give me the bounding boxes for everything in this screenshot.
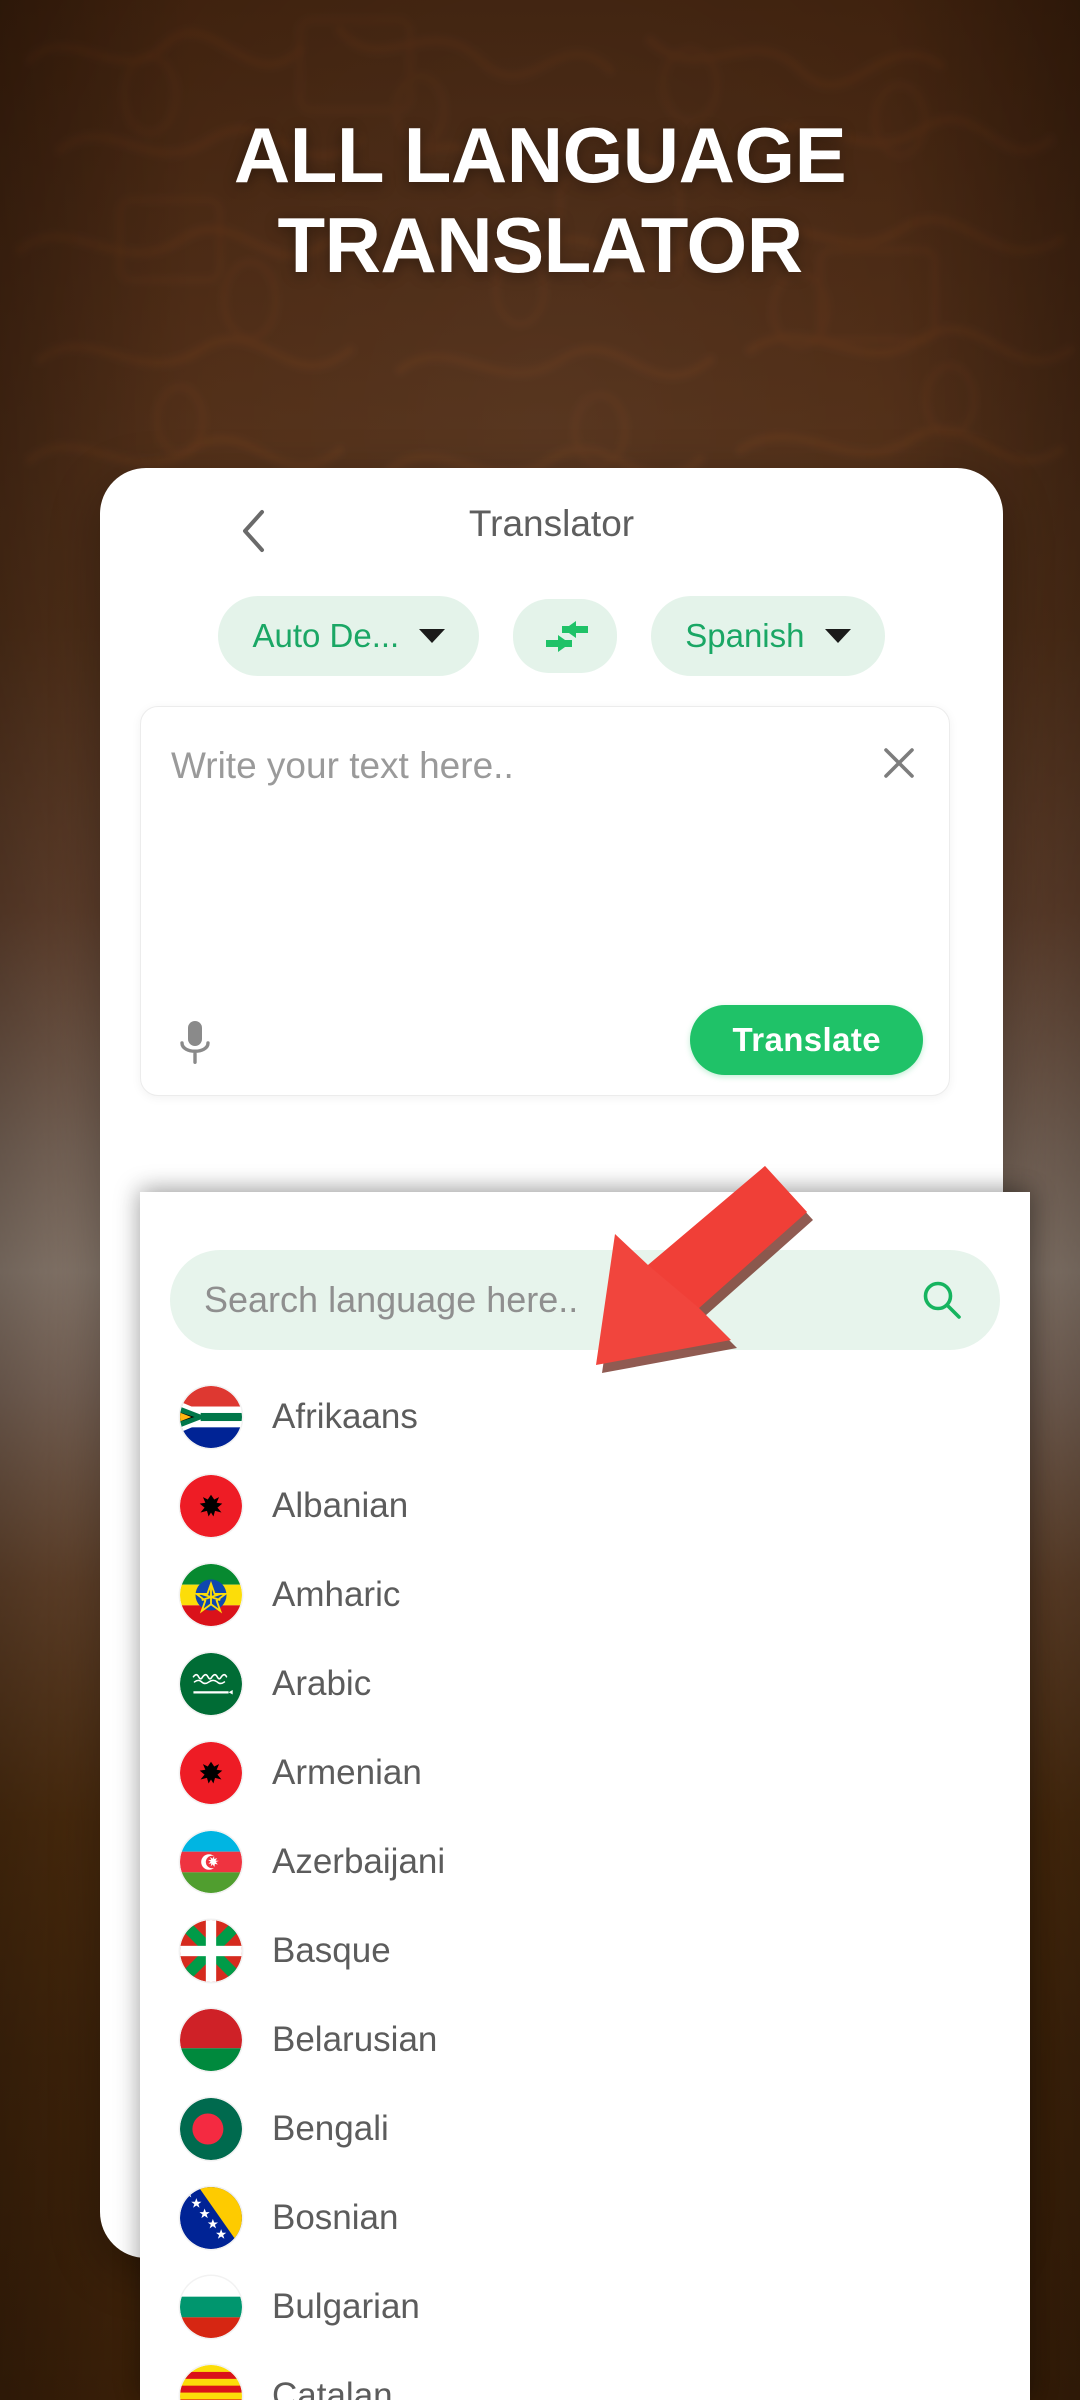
language-name: Arabic — [272, 1663, 372, 1703]
translate-button[interactable]: Translate — [690, 1005, 923, 1075]
language-name: Afrikaans — [272, 1396, 418, 1436]
language-name: Basque — [272, 1930, 391, 1970]
language-name: Armenian — [272, 1752, 422, 1792]
target-language-dropdown[interactable]: Spanish — [651, 596, 885, 676]
language-name: Catalan — [272, 2375, 393, 2400]
language-list-item[interactable]: Bosnian — [140, 2173, 1030, 2262]
language-name: Azerbaijani — [272, 1841, 446, 1881]
flag-icon-sa — [180, 1652, 242, 1715]
language-list-item[interactable]: Albanian — [140, 1461, 1030, 1550]
language-name: Bosnian — [272, 2197, 399, 2237]
language-list-item[interactable]: Arabic — [140, 1639, 1030, 1728]
app-bar: Translator — [100, 468, 1003, 588]
language-name: Belarusian — [272, 2019, 438, 2059]
language-list[interactable]: Afrikaans Albanian Amharic Arabic Armeni… — [140, 1372, 1030, 2400]
flag-icon-bd — [180, 2097, 242, 2160]
language-list-item[interactable]: Amharic — [140, 1550, 1030, 1639]
search-placeholder: Search language here.. — [204, 1279, 579, 1320]
flag-icon-ba — [180, 2186, 242, 2249]
flag-icon-za — [180, 1385, 242, 1448]
voice-input-button[interactable] — [171, 1017, 219, 1069]
text-input-placeholder: Write your text here.. — [171, 745, 514, 786]
language-name: Amharic — [272, 1574, 401, 1614]
flag-icon-by — [180, 2008, 242, 2071]
language-list-item[interactable]: Belarusian — [140, 1995, 1030, 2084]
language-name: Bulgarian — [272, 2286, 420, 2326]
app-title: Translator — [468, 503, 635, 544]
flag-icon-al — [180, 1741, 242, 1804]
close-icon — [884, 748, 914, 778]
language-list-item[interactable]: Armenian — [140, 1728, 1030, 1817]
language-name: Albanian — [272, 1485, 409, 1525]
language-list-item[interactable]: Catalan — [140, 2351, 1030, 2400]
text-input-card[interactable]: Write your text here.. Translate — [140, 706, 950, 1096]
flag-icon-cat — [180, 2364, 242, 2400]
flag-icon-al — [180, 1474, 242, 1537]
chevron-down-icon — [419, 629, 446, 643]
page-title-line-2: TRANSLATOR — [277, 201, 803, 290]
page-title: ALL LANGUAGE TRANSLATOR — [0, 110, 1080, 291]
language-list-item[interactable]: Basque — [140, 1906, 1030, 1995]
clear-text-button[interactable] — [877, 741, 921, 785]
chevron-down-icon — [824, 629, 851, 643]
swap-arrows-icon — [546, 621, 589, 652]
page-title-line-1: ALL LANGUAGE — [233, 111, 847, 199]
flag-icon-bg — [180, 2275, 242, 2338]
language-list-item[interactable]: Afrikaans — [140, 1372, 1030, 1461]
language-picker-panel: Search language here.. Afrikaans Albania… — [140, 1192, 1030, 2400]
search-language-field[interactable]: Search language here.. — [170, 1250, 1000, 1350]
source-language-dropdown[interactable]: Auto De... — [218, 596, 480, 676]
search-icon[interactable] — [918, 1276, 966, 1324]
translate-button-label: Translate — [732, 1021, 881, 1058]
flag-icon-et — [180, 1563, 242, 1626]
flag-icon-az — [180, 1830, 242, 1893]
language-list-item[interactable]: Bulgarian — [140, 2262, 1030, 2351]
swap-languages-button[interactable] — [513, 599, 618, 673]
flag-icon-eus — [180, 1919, 242, 1982]
language-list-item[interactable]: Bengali — [140, 2084, 1030, 2173]
language-name: Bengali — [272, 2108, 389, 2148]
language-list-item[interactable]: Azerbaijani — [140, 1817, 1030, 1906]
microphone-icon — [180, 1021, 210, 1064]
target-language-label: Spanish — [685, 617, 805, 654]
source-language-label: Auto De... — [252, 617, 400, 654]
language-selector-row: Auto De... Spanish — [100, 586, 1003, 686]
